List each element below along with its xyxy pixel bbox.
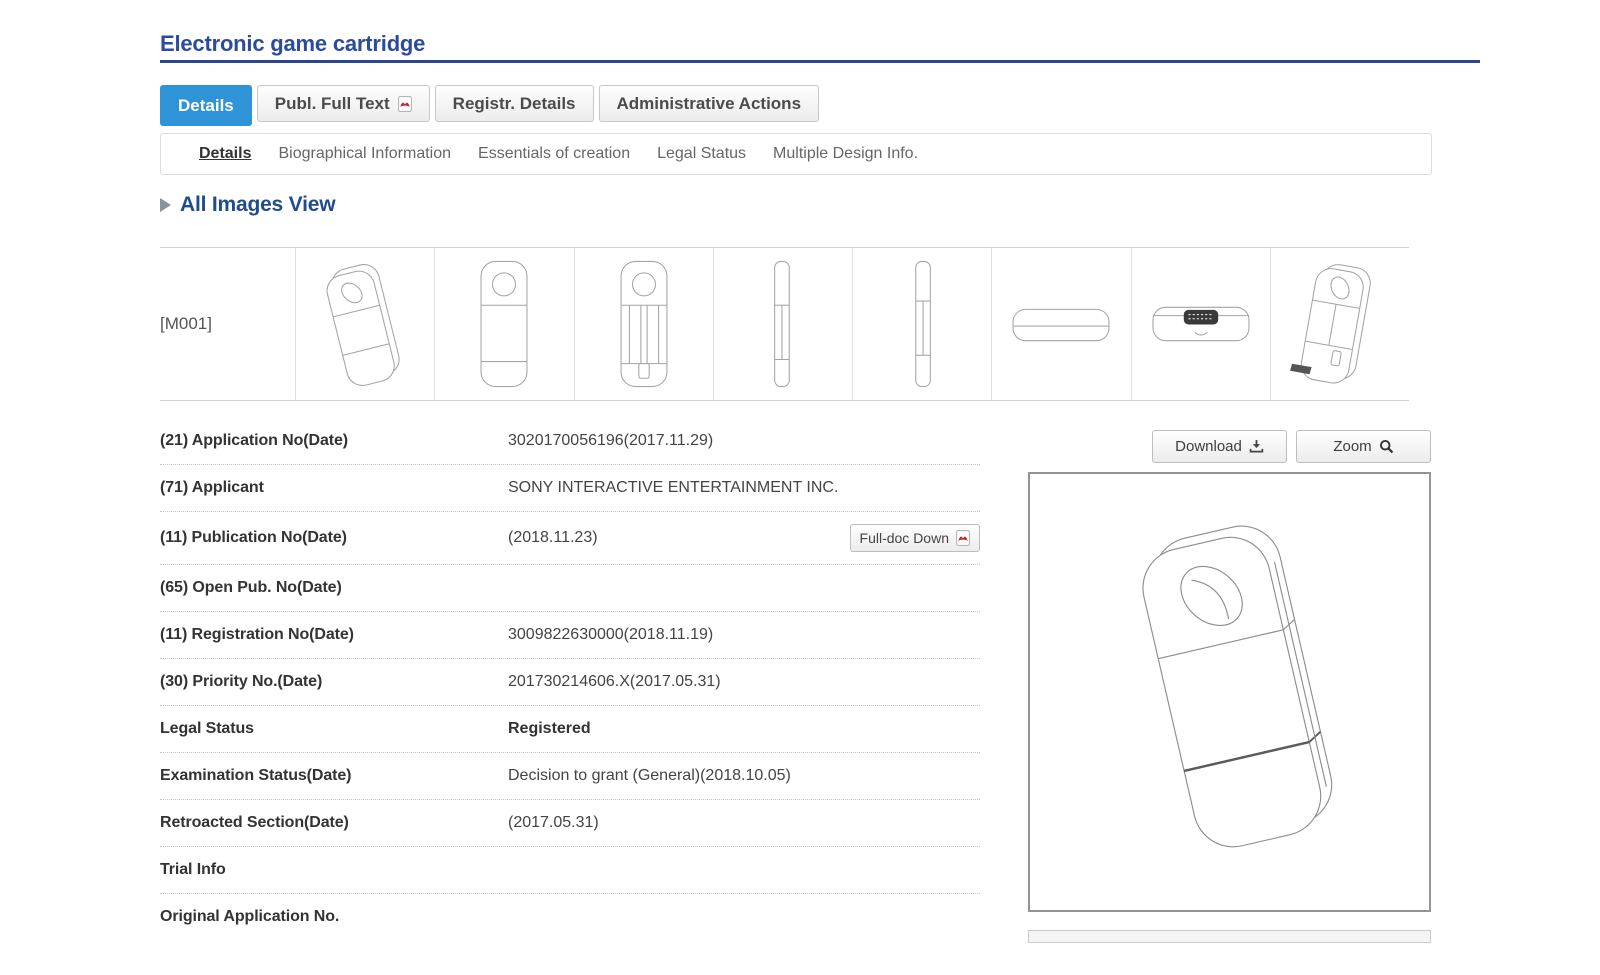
detail-row-71-applicant: (71) Applicant SONY INTERACTIVE ENTERTAI… xyxy=(160,465,980,512)
thumbnail-perspective-rear[interactable] xyxy=(1270,248,1409,400)
tab-details[interactable]: Details xyxy=(160,85,252,126)
subnav-item-label: Details xyxy=(199,145,251,162)
thumbnail-side-view-right[interactable] xyxy=(852,248,991,400)
triangle-bullet-icon xyxy=(160,198,171,212)
image-strip: [M001] xyxy=(160,247,1409,401)
detail-row-value: Registered xyxy=(508,720,591,738)
tab-label: Details xyxy=(178,96,234,116)
detail-row-label: Examination Status(Date) xyxy=(160,767,508,785)
cartridge-perspective-icon xyxy=(300,251,430,397)
details-table: (21) Application No(Date) 3020170056196(… xyxy=(160,418,980,940)
detail-row-value: (2018.11.23) xyxy=(508,529,598,547)
download-button[interactable]: Download xyxy=(1152,430,1287,463)
section-title: All Images View xyxy=(180,193,335,217)
tab-label: Publ. Full Text xyxy=(275,94,390,114)
zoom-button[interactable]: Zoom xyxy=(1296,430,1431,463)
subnav-item-label: Essentials of creation xyxy=(478,145,630,162)
pdf-icon xyxy=(398,96,412,112)
cartridge-side-icon xyxy=(857,251,987,397)
cartridge-bottom-icon xyxy=(1136,251,1266,397)
pdf-icon xyxy=(956,530,970,546)
detail-row-value: 3020170056196(2017.11.29) xyxy=(508,432,713,450)
tab-administrative-actions[interactable]: Administrative Actions xyxy=(599,85,820,122)
detail-row-label: Original Application No. xyxy=(160,908,508,926)
full-doc-down-label: Full-doc Down xyxy=(860,530,949,546)
cartridge-main-drawing xyxy=(1060,485,1400,900)
design-detail-page: Electronic game cartridge Details Publ. … xyxy=(0,0,1600,975)
tab-publ-full-text[interactable]: Publ. Full Text xyxy=(257,85,430,122)
tab-label: Registr. Details xyxy=(453,94,576,114)
subnav-item-label: Biographical Information xyxy=(278,145,451,162)
thumbnail-top-view[interactable] xyxy=(991,248,1130,400)
detail-row-65-open-pub-no-date: (65) Open Pub. No(Date) xyxy=(160,565,980,612)
design-number-cell: [M001] xyxy=(160,248,295,400)
detail-row-21-application-no-date: (21) Application No(Date) 3020170056196(… xyxy=(160,418,980,465)
detail-row-11-registration-no-date: (11) Registration No(Date) 3009822630000… xyxy=(160,612,980,659)
zoom-button-label: Zoom xyxy=(1333,438,1371,455)
cartridge-perspective-icon xyxy=(1275,251,1405,397)
subnav-item-label: Multiple Design Info. xyxy=(773,145,918,162)
thumbnail-rear-view[interactable] xyxy=(574,248,713,400)
subnav-item-legal-status[interactable]: Legal Status xyxy=(657,145,746,163)
cartridge-rear-icon xyxy=(579,251,709,397)
thumbnail-bottom-view[interactable] xyxy=(1131,248,1270,400)
cartridge-side-icon xyxy=(718,251,848,397)
detail-row-value: SONY INTERACTIVE ENTERTAINMENT INC. xyxy=(508,479,838,497)
thumbnail-side-view-left[interactable] xyxy=(713,248,852,400)
thumbnail-front-view[interactable] xyxy=(434,248,573,400)
thumbnail-perspective-front[interactable] xyxy=(295,248,434,400)
detail-row-legal-status: Legal Status Registered xyxy=(160,706,980,753)
subnav-item-essentials-of-creation[interactable]: Essentials of creation xyxy=(478,145,630,163)
download-button-label: Download xyxy=(1175,438,1242,455)
detail-row-label: (11) Registration No(Date) xyxy=(160,626,508,644)
full-doc-down-button[interactable]: Full-doc Down xyxy=(850,524,980,552)
cartridge-top-icon xyxy=(996,251,1126,397)
subnav-item-details[interactable]: Details xyxy=(199,145,251,163)
tab-bar: Details Publ. Full Text Registr. Details… xyxy=(160,85,819,126)
detail-row-original-application-no: Original Application No. xyxy=(160,894,980,940)
subnav: Details Biographical Information Essenti… xyxy=(160,133,1432,175)
title-divider xyxy=(160,60,1480,63)
subnav-item-biographical-information[interactable]: Biographical Information xyxy=(278,145,451,163)
download-icon xyxy=(1249,439,1264,454)
cartridge-front-icon xyxy=(439,251,569,397)
section-all-images-view: All Images View xyxy=(160,193,335,217)
detail-row-label: (21) Application No(Date) xyxy=(160,432,508,450)
tab-registr-details[interactable]: Registr. Details xyxy=(435,85,594,122)
detail-row-label: Legal Status xyxy=(160,720,508,738)
detail-row-value: 201730214606.X(2017.05.31) xyxy=(508,673,721,691)
design-number-label: [M001] xyxy=(160,314,212,334)
viewer-buttons: Download Zoom xyxy=(1152,430,1431,463)
detail-row-11-publication-no-date: (11) Publication No(Date) (2018.11.23) F… xyxy=(160,512,980,565)
page-title: Electronic game cartridge xyxy=(160,31,425,57)
detail-row-label: Trial Info xyxy=(160,861,508,879)
detail-row-value: 3009822630000(2018.11.19) xyxy=(508,626,713,644)
detail-row-value: (2017.05.31) xyxy=(508,814,599,832)
detail-row-label: Retroacted Section(Date) xyxy=(160,814,508,832)
detail-row-value: Decision to grant (General)(2018.10.05) xyxy=(508,767,791,785)
collapsed-panel xyxy=(1028,930,1431,943)
detail-row-label: (11) Publication No(Date) xyxy=(160,529,508,547)
detail-row-label: (65) Open Pub. No(Date) xyxy=(160,579,508,597)
subnav-item-multiple-design-info[interactable]: Multiple Design Info. xyxy=(773,145,918,163)
subnav-item-label: Legal Status xyxy=(657,145,746,162)
detail-row-label: (71) Applicant xyxy=(160,479,508,497)
detail-row-label: (30) Priority No.(Date) xyxy=(160,673,508,691)
tab-label: Administrative Actions xyxy=(617,94,802,114)
main-image-viewer xyxy=(1028,472,1431,912)
detail-row-trial-info: Trial Info xyxy=(160,847,980,894)
detail-row-examination-status-date: Examination Status(Date) Decision to gra… xyxy=(160,753,980,800)
detail-row-30-priority-no-date: (30) Priority No.(Date) 201730214606.X(2… xyxy=(160,659,980,706)
detail-row-retroacted-section-date: Retroacted Section(Date) (2017.05.31) xyxy=(160,800,980,847)
magnifier-icon xyxy=(1379,439,1394,454)
